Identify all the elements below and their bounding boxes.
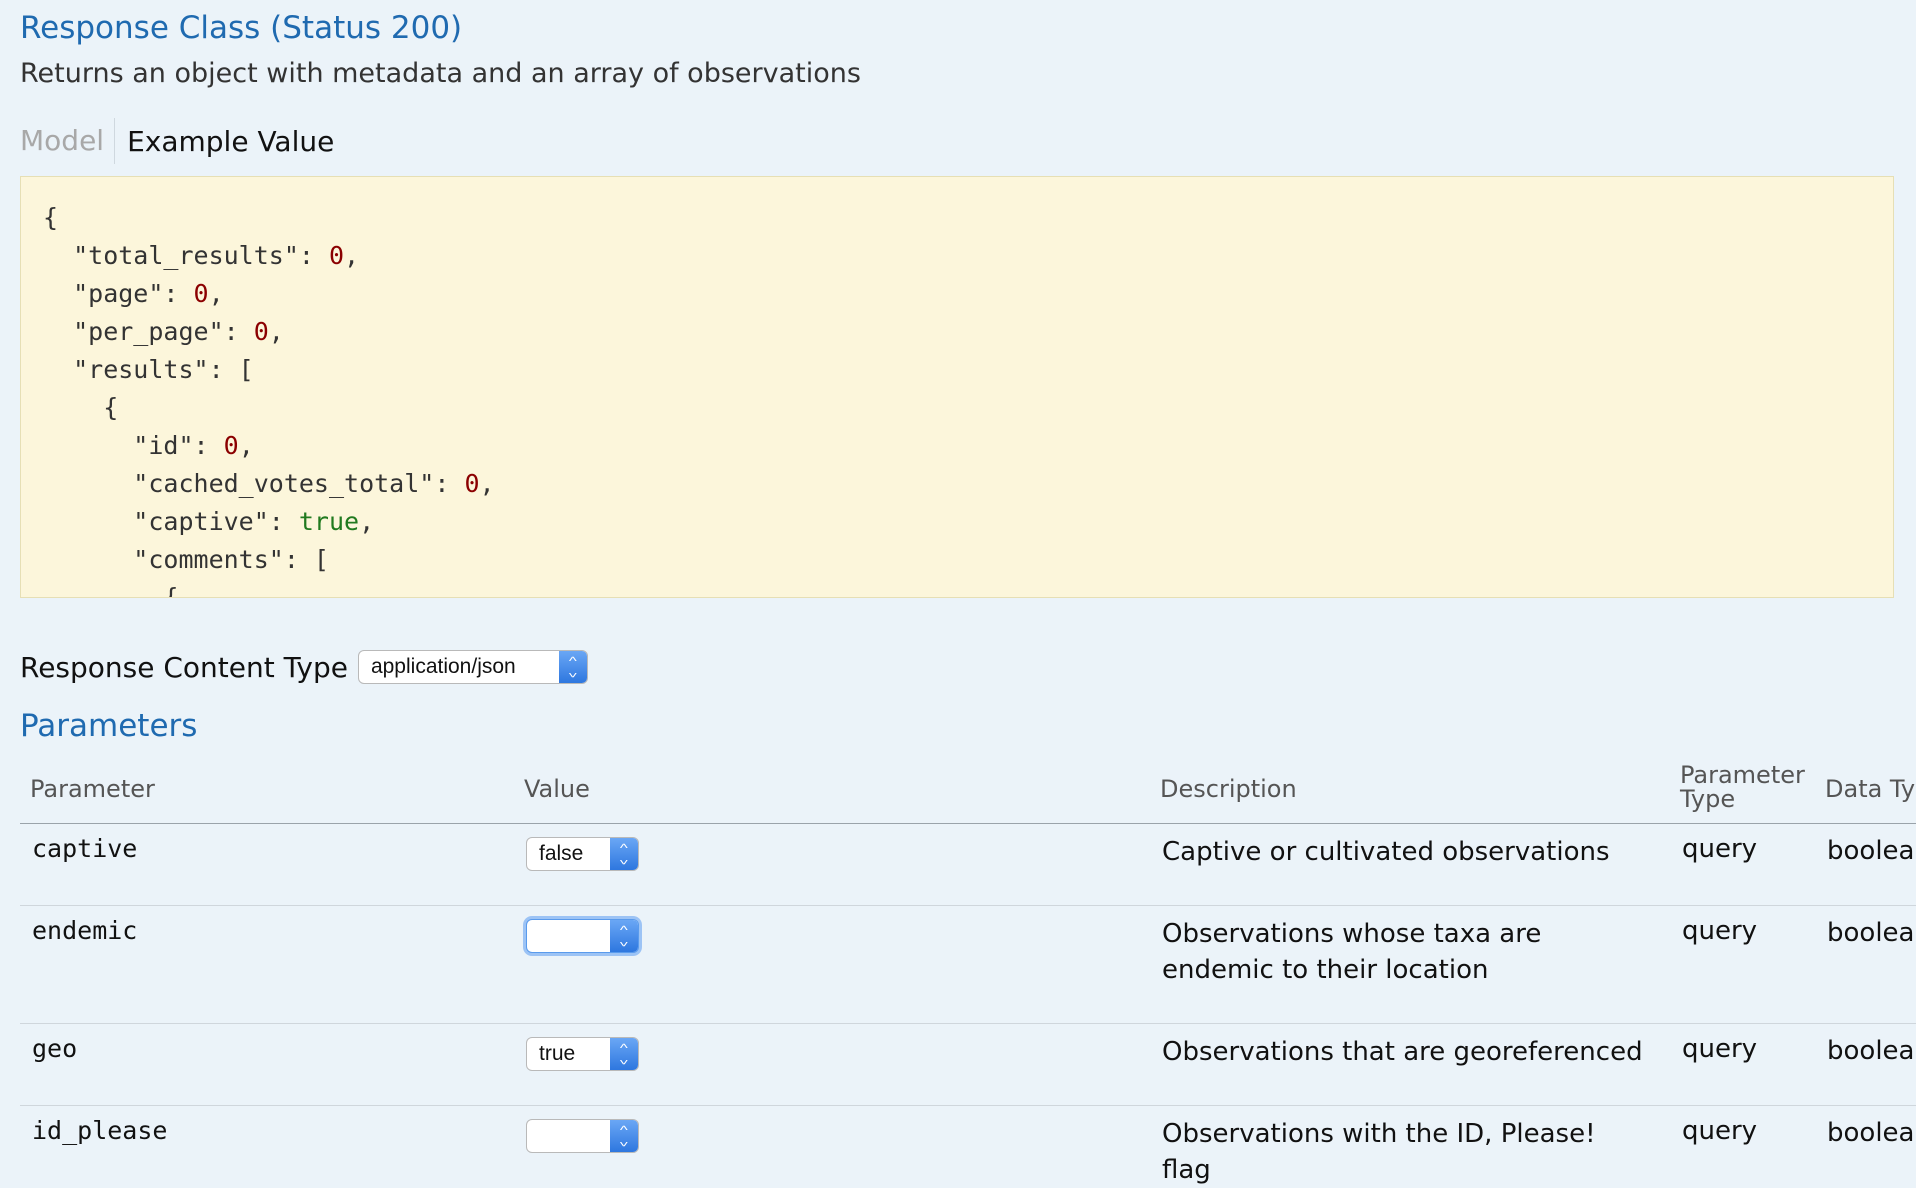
param-name: captive (32, 834, 138, 863)
code-token: "page": (43, 279, 194, 308)
code-line: "captive": true, (43, 503, 1893, 541)
select-value: application/json (370, 655, 516, 678)
param-data-type: boolean (1827, 1036, 1916, 1066)
tab-example-value[interactable]: Example Value (127, 125, 346, 158)
param-data-type: boolean (1827, 1118, 1916, 1148)
code-token: "per_page": (43, 317, 254, 346)
code-token: , (359, 507, 375, 536)
header-description: Description (1160, 775, 1297, 803)
param-type: query (1682, 916, 1758, 946)
code-line: { (43, 389, 1893, 427)
select-value: true (539, 1042, 576, 1065)
code-token: "id": (43, 431, 224, 460)
row-divider (20, 1023, 1916, 1024)
response-content-type-select[interactable]: application/json ^ ^ (357, 650, 588, 684)
code-token: , (479, 469, 495, 498)
select-value: false (539, 842, 584, 865)
code-token: { (43, 203, 59, 232)
param-description: Observations with the ID, Please! flag (1162, 1119, 1596, 1185)
tab-model[interactable]: Model (20, 118, 116, 164)
code-token: "cached_votes_total": (43, 469, 465, 498)
code-token: true (298, 507, 360, 536)
select-arrows-icon: ^ ^ (610, 838, 638, 870)
row-divider (20, 905, 1916, 906)
header-parameter: Parameter (30, 775, 155, 803)
code-line: "page": 0, (43, 275, 1893, 313)
select-arrows-icon: ^ ^ (558, 651, 587, 683)
example-value-code-block[interactable]: { "total_results": 0, "page": 0, "per_pa… (20, 176, 1894, 598)
code-token: "results": [ (43, 355, 254, 384)
param-name: endemic (32, 916, 138, 945)
parameters-title: Parameters (20, 708, 198, 744)
param-value-select[interactable]: true ^ ^ (526, 1037, 639, 1071)
param-value-select[interactable]: false ^ ^ (526, 837, 639, 871)
code-token: "total_results": (43, 241, 329, 270)
code-token: 0 (223, 431, 239, 460)
param-type: query (1682, 1034, 1758, 1064)
param-type: query (1682, 1116, 1758, 1146)
code-token: , (344, 241, 360, 270)
code-line: { (43, 579, 1893, 598)
code-line: "per_page": 0, (43, 313, 1893, 351)
param-data-type: boolean (1827, 836, 1916, 866)
param-name: id_please (32, 1116, 168, 1145)
response-class-description: Returns an object with metadata and an a… (20, 58, 861, 89)
code-token: 0 (193, 279, 209, 308)
header-parameter-type-line2: Type (1680, 785, 1736, 813)
code-token: , (268, 317, 284, 346)
response-class-title: Response Class (Status 200) (20, 10, 463, 46)
code-line: "total_results": 0, (43, 237, 1893, 275)
select-arrows-icon: ^ ^ (610, 1120, 638, 1152)
code-token: , (238, 431, 254, 460)
code-line: "comments": [ (43, 541, 1893, 579)
code-line: "cached_votes_total": 0, (43, 465, 1893, 503)
select-arrows-icon: ^ ^ (610, 920, 638, 952)
code-token: 0 (253, 317, 269, 346)
param-description: Captive or cultivated observations (1162, 837, 1610, 867)
code-line: { (43, 199, 1893, 237)
response-content-type: Response Content Type application/json ^… (20, 647, 588, 687)
code-token: 0 (328, 241, 345, 270)
code-token: { (43, 393, 119, 422)
header-data-type: Data Type (1825, 775, 1916, 803)
response-section: Response Class (Status 200) Returns an o… (20, 0, 1916, 1185)
param-value-select[interactable]: ^ ^ (526, 1119, 639, 1153)
row-divider (20, 1105, 1916, 1106)
header-value: Value (524, 775, 590, 803)
code-line: "results": [ (43, 351, 1893, 389)
header-divider (20, 823, 1916, 824)
param-data-type: boolean (1827, 918, 1916, 948)
param-value-select[interactable]: ^ ^ (526, 919, 639, 953)
param-type: query (1682, 834, 1758, 864)
code-line: "id": 0, (43, 427, 1893, 465)
code-token: , (208, 279, 224, 308)
response-content-type-label: Response Content Type (20, 650, 348, 684)
code-token: "captive": (43, 507, 299, 536)
select-arrows-icon: ^ ^ (610, 1038, 638, 1070)
code-token: { (43, 583, 179, 598)
param-description: Observations whose taxa are endemic to t… (1162, 919, 1542, 985)
code-token: 0 (464, 469, 480, 498)
param-name: geo (32, 1034, 78, 1063)
param-description: Observations that are georeferenced (1162, 1037, 1643, 1067)
code-token: "comments": [ (43, 545, 329, 574)
model-tabs: Model Example Value (20, 118, 346, 164)
